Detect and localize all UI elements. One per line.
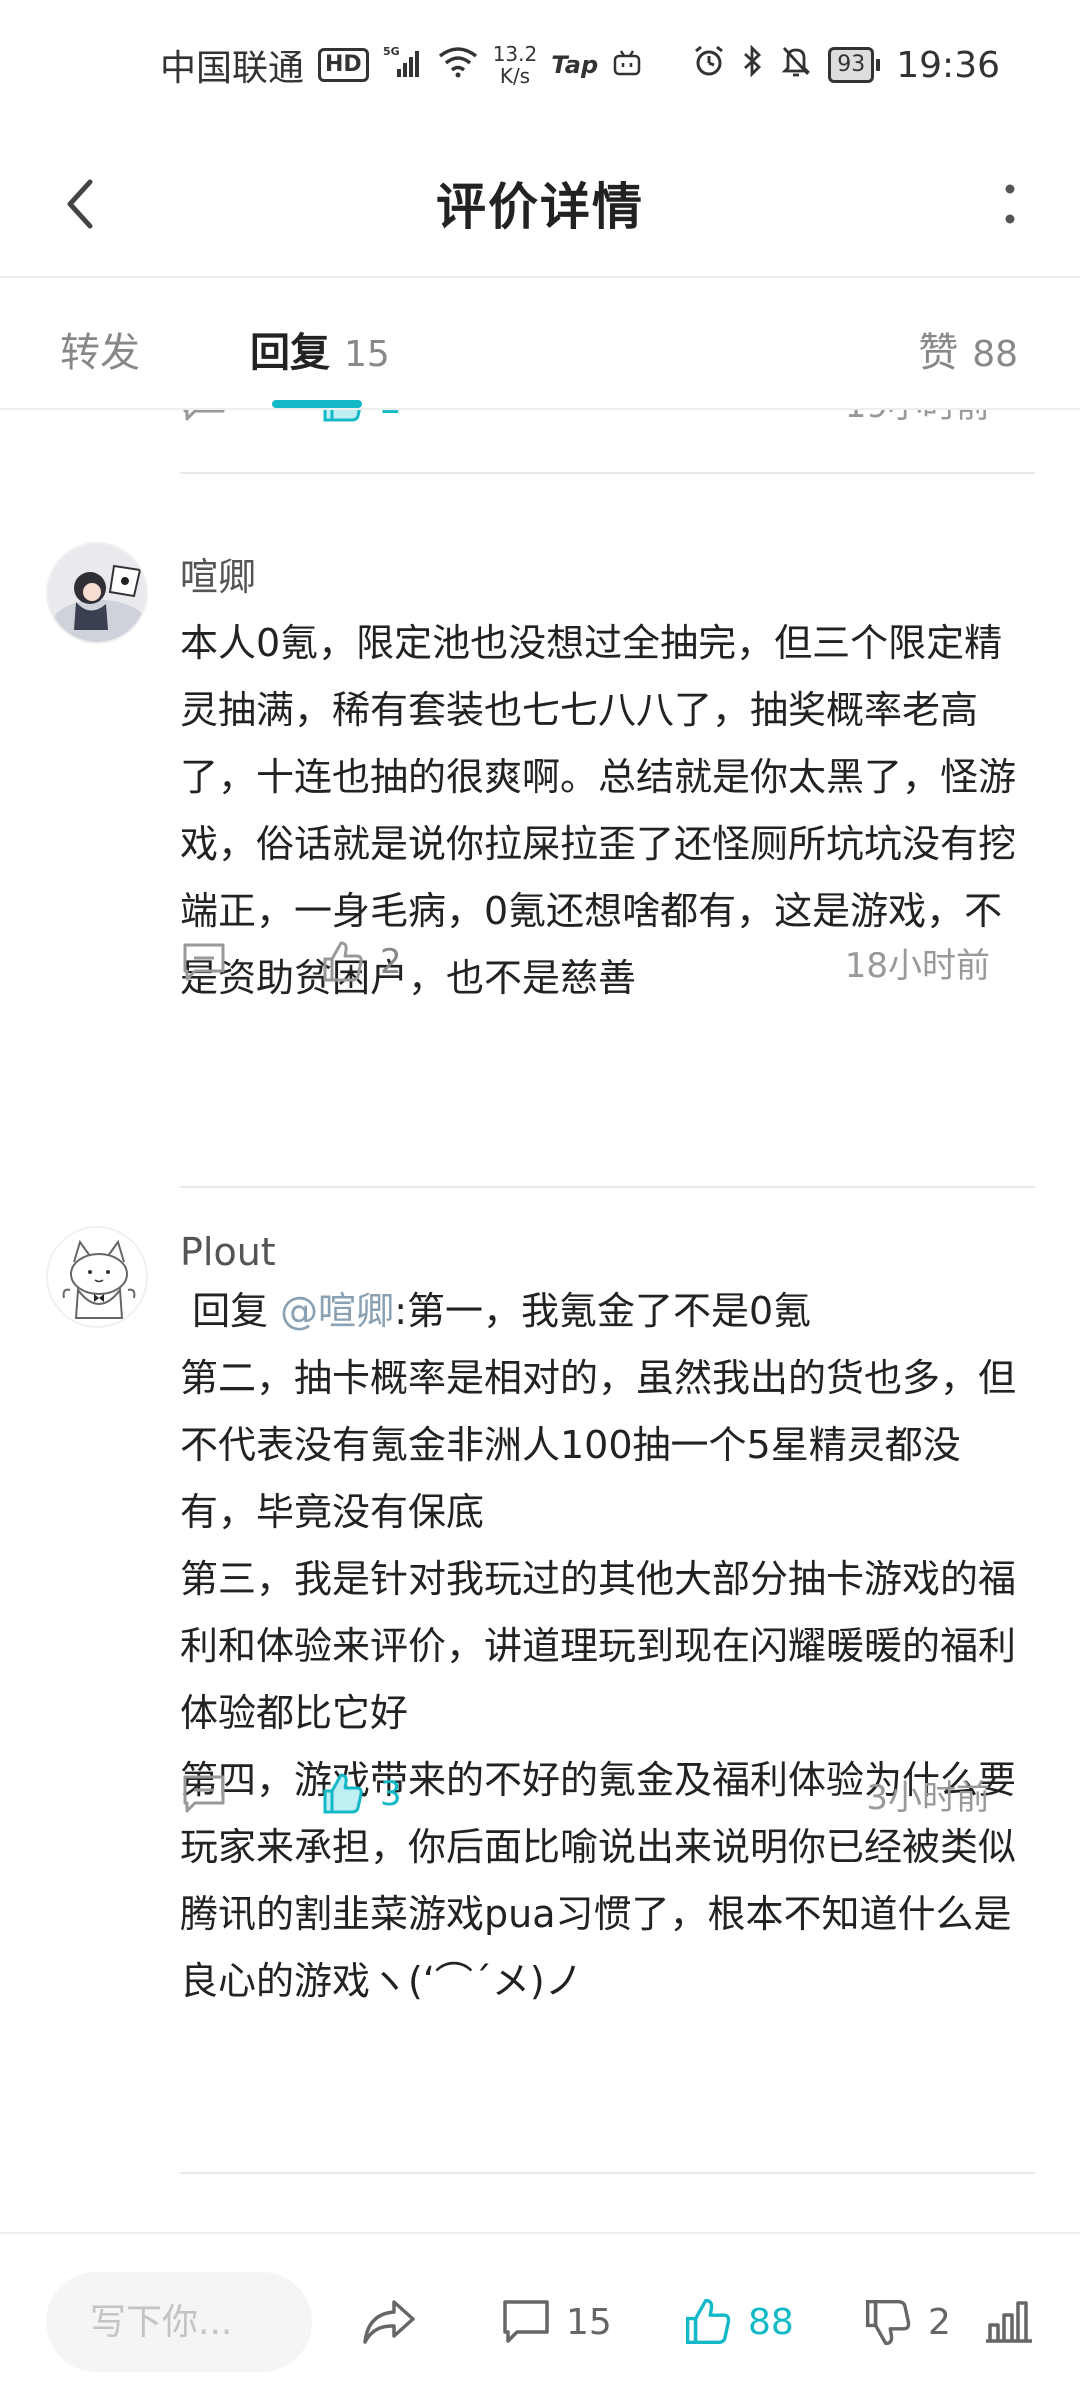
svg-text:5G: 5G xyxy=(383,45,400,58)
tab-like[interactable]: 赞 88 xyxy=(918,320,1018,378)
reply-username[interactable]: Plout xyxy=(180,1230,276,1274)
like-button[interactable]: 88 xyxy=(682,2284,794,2360)
reply-line: 第二，抽卡概率是相对的，虽然我出的货也多，但不代表没有氪金非洲人100抽一个5星… xyxy=(180,1356,1017,1534)
reply-line-text: :第一，我氪金了不是0氪 xyxy=(394,1289,812,1333)
tab-like-count: 88 xyxy=(972,334,1018,375)
network-speed: 13.2 K/s xyxy=(493,43,538,87)
comment-icon xyxy=(183,1775,225,1813)
comment-icon xyxy=(503,2300,549,2343)
tab-reply-label: 回复 xyxy=(250,330,330,376)
thumbs-up-icon xyxy=(685,2298,731,2345)
share-icon xyxy=(363,2300,415,2344)
divider xyxy=(180,472,1035,474)
battery-level: 93 xyxy=(828,47,875,83)
tab-reply[interactable]: 回复 15 xyxy=(250,320,390,378)
previous-reply-like-count: 2 xyxy=(380,410,402,422)
back-arrow-icon xyxy=(67,179,93,229)
reply-input[interactable] xyxy=(46,2272,312,2372)
reply-line: 第三，我是针对我玩过的其他大部分抽卡游戏的福利和体验来评价，讲道理玩到现在闪耀暖… xyxy=(180,1557,1017,1735)
previous-reply-comment-button[interactable] xyxy=(180,410,228,432)
reply-like-count: 3 xyxy=(380,1774,402,1814)
reply-like-button[interactable]: 2 xyxy=(320,932,402,992)
status-right: 93 19:36 xyxy=(692,44,1000,87)
avatar[interactable] xyxy=(46,542,148,644)
tab-like-label: 赞 xyxy=(918,330,959,376)
reply-feed[interactable]: 2 19小时前 喧卿 本人0氪，限定池也没想过全抽完，但三个限定精灵抽满，稀有套… xyxy=(0,410,1080,2230)
signal-icon: 5G xyxy=(383,43,423,88)
reply-prefix: 回复 xyxy=(180,1289,281,1333)
bar-chart-icon xyxy=(986,2301,1032,2343)
avatar[interactable] xyxy=(46,1226,148,1328)
comments-button[interactable]: 15 xyxy=(500,2284,612,2360)
previous-reply-like-button[interactable]: 2 xyxy=(320,410,402,432)
network-speed-value: 13.2 xyxy=(492,42,538,66)
thumbs-up-icon xyxy=(323,941,363,982)
network-speed-unit: K/s xyxy=(499,64,531,88)
comment-icon xyxy=(183,410,225,421)
tab-reply-count: 15 xyxy=(344,334,390,375)
comment-icon xyxy=(183,943,225,981)
reply-text: 回复 @喧卿:第一，我氪金了不是0氪 第二，抽卡概率是相对的，虽然我出的货也多，… xyxy=(180,1278,1030,2015)
thumbs-up-icon xyxy=(323,1773,363,1814)
tab-active-indicator xyxy=(272,400,362,408)
divider xyxy=(180,2172,1035,2174)
status-bar: 中国联通 HD 5G 13.2 K/s Tap 93 19:36 xyxy=(0,0,1080,130)
page-title: 评价详情 xyxy=(436,178,644,236)
more-vertical-icon xyxy=(1005,184,1015,224)
reply-like-button[interactable]: 3 xyxy=(320,1764,402,1824)
reply-time: 3小时前 xyxy=(866,1777,990,1818)
thumbs-up-icon xyxy=(323,410,361,422)
tab-bar: 转发 回复 15 赞 88 xyxy=(0,280,1080,410)
reply-actions: 2 18小时前 xyxy=(180,932,990,992)
app-header: 评价详情 xyxy=(0,130,1080,278)
previous-reply-actions: 2 19小时前 xyxy=(180,410,990,442)
back-button[interactable] xyxy=(40,164,120,244)
battery-tip xyxy=(876,59,881,71)
reply-comment-button[interactable] xyxy=(180,932,228,992)
tab-forward[interactable]: 转发 xyxy=(60,320,140,378)
divider xyxy=(180,1186,1035,1188)
status-left: 中国联通 HD 5G 13.2 K/s Tap xyxy=(160,39,642,91)
clock: 19:36 xyxy=(896,44,1000,86)
reply-time: 18小时前 xyxy=(844,945,990,986)
comments-count: 15 xyxy=(566,2301,612,2343)
dislike-button[interactable]: 2 xyxy=(862,2284,951,2360)
battery-indicator: 93 xyxy=(828,47,881,83)
hd-badge: HD xyxy=(318,48,369,82)
bluetooth-icon xyxy=(742,44,764,87)
dislike-count: 2 xyxy=(928,2301,951,2343)
carrier-name: 中国联通 xyxy=(160,48,305,89)
thumbs-down-icon xyxy=(865,2299,911,2346)
reply-username[interactable]: 喧卿 xyxy=(180,546,256,601)
wifi-icon xyxy=(437,44,479,87)
tab-forward-label: 转发 xyxy=(60,330,140,376)
more-options-button[interactable] xyxy=(970,164,1050,244)
taptap-notification-icon: Tap xyxy=(551,51,599,79)
reply-comment-button[interactable] xyxy=(180,1764,228,1824)
reply-actions: 3 3小时前 xyxy=(180,1764,990,1824)
mute-icon xyxy=(780,44,812,87)
reply-like-count: 2 xyxy=(380,942,402,982)
share-button[interactable] xyxy=(360,2284,418,2360)
like-count: 88 xyxy=(748,2301,794,2343)
reply-line: 回复 @喧卿:第一，我氪金了不是0氪 xyxy=(180,1278,1030,1345)
alarm-icon xyxy=(692,44,726,87)
stats-button[interactable] xyxy=(984,2284,1034,2360)
previous-reply-time: 19小时前 xyxy=(845,410,990,432)
bilibili-notification-icon xyxy=(612,45,642,86)
mention-link[interactable]: @喧卿 xyxy=(280,1289,394,1333)
bottom-action-bar: 15 88 2 xyxy=(0,2232,1080,2400)
